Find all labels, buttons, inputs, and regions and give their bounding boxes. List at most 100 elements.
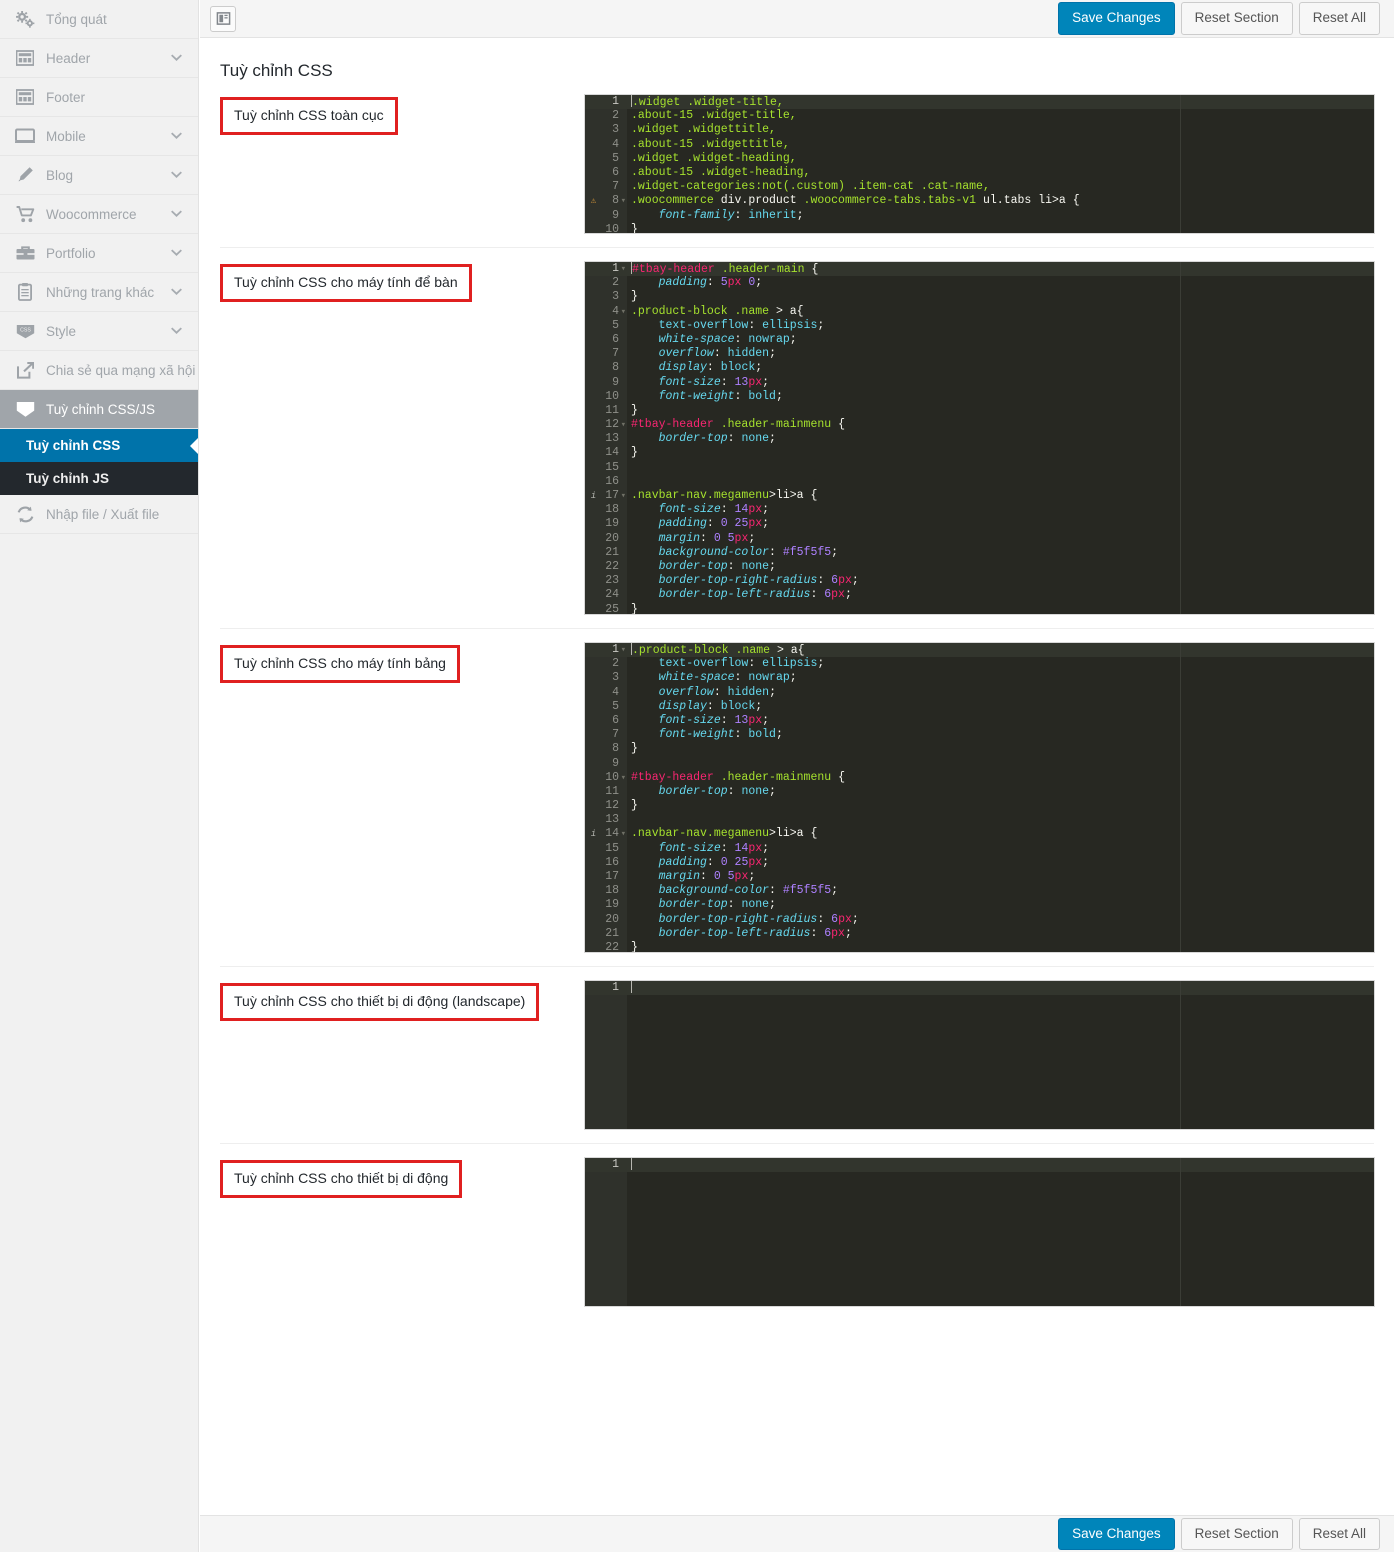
code-token: white-space — [631, 671, 735, 685]
editor-line: font-size: 13px; — [627, 376, 1374, 390]
mobile-css-editor[interactable]: 1 — [585, 1158, 1374, 1306]
tablet-css-editor[interactable]: 1 ▾ 2 3 4 5 6 7 8 9 10 ▾ 11 12 13 14 i ▾ 15 16 17 18 19 20 21 22.… — [585, 643, 1374, 952]
sidebar-item-4[interactable]: Blog — [0, 156, 198, 195]
gutter-line-number: 22 — [605, 559, 619, 573]
code-token: .header-mainmenu — [713, 770, 839, 784]
reset-all-button-bottom[interactable]: Reset All — [1298, 1517, 1380, 1551]
reset-all-button-top[interactable]: Reset All — [1298, 2, 1380, 35]
editor-line: .about-15 .widget-title, — [627, 109, 1374, 123]
code-token: : — [734, 728, 749, 742]
code-token: : — [720, 713, 735, 727]
mobile-screen-icon — [13, 126, 37, 146]
code-token: : — [706, 361, 721, 375]
reset-section-button-bottom[interactable]: Reset Section — [1180, 1517, 1293, 1551]
sidebar-item-7[interactable]: Những trang khác — [0, 273, 198, 312]
code-token: : — [713, 685, 728, 699]
code-token: ; — [762, 855, 770, 869]
chevron-down-icon[interactable] — [171, 248, 182, 259]
code-token: background-color — [631, 545, 770, 559]
sidebar-item-2[interactable]: Footer — [0, 78, 198, 117]
code-token: .widget .widgettitle, — [631, 123, 776, 137]
chevron-down-icon[interactable] — [171, 170, 182, 181]
sidebar-item-3[interactable]: Mobile — [0, 117, 198, 156]
code-token: ; — [851, 912, 859, 926]
chevron-down-icon[interactable] — [171, 326, 182, 337]
editor-gutter[interactable]: 1 — [585, 981, 627, 1129]
sidebar-item-0[interactable]: Nhập file / Xuất file — [0, 495, 198, 534]
code-token: px — [748, 713, 763, 727]
editor-line: font-family: inherit; — [627, 209, 1374, 223]
editor-content[interactable] — [627, 1158, 1374, 1306]
chevron-down-icon[interactable] — [171, 53, 182, 64]
mobile-landscape-css-editor[interactable]: 1 — [585, 981, 1374, 1129]
editor-line: padding: 0 25px; — [627, 856, 1374, 870]
sidebar-item-label: Những trang khác — [46, 284, 155, 300]
editor-content[interactable]: #tbay-header .header-main { padding: 5px… — [627, 262, 1374, 614]
code-token: : — [748, 657, 763, 671]
code-token: 0 — [720, 517, 728, 531]
info-icon[interactable]: i — [588, 489, 599, 503]
expand-panel-icon[interactable] — [210, 5, 236, 32]
sidebar-item-6[interactable]: Portfolio — [0, 234, 198, 273]
code-token: : — [720, 503, 735, 517]
fold-toggle-icon[interactable]: ▾ — [621, 489, 626, 503]
fold-toggle-icon[interactable]: ▾ — [621, 827, 626, 841]
editor-content[interactable]: .product-block .name > a{ text-overflow:… — [627, 643, 1374, 952]
editor-line: border-top-left-radius: 6px; — [627, 588, 1374, 602]
chevron-down-icon[interactable] — [171, 209, 182, 220]
global-css-editor[interactable]: 1 2 3 4 5 6 7 8 ⚠ ▾ 9 10 .widget .widget-title, .abou… — [585, 95, 1374, 233]
fold-toggle-icon[interactable]: ▾ — [621, 305, 626, 319]
sidebar-subitem-0[interactable]: Tuỳ chỉnh CSS — [0, 429, 198, 462]
code-token: #f5f5f5 — [782, 545, 832, 559]
sidebar-item-1[interactable]: Header — [0, 39, 198, 78]
fold-toggle-icon[interactable]: ▾ — [621, 262, 626, 276]
editor-gutter[interactable]: 1 ▾ 2 3 4 ▾ 5 6 7 8 9 10 11 12 ▾ 13 14 15 16 17 i ▾ 18 19 20 21 22… — [585, 262, 627, 614]
editor-content[interactable]: .widget .widget-title, .about-15 .widget-… — [627, 95, 1374, 233]
header-layout-icon — [13, 48, 37, 68]
code-token: ; — [844, 926, 852, 940]
code-token: border-top-right-radius — [631, 912, 818, 926]
sidebar-item-0[interactable]: Tổng quát — [0, 0, 198, 39]
save-changes-button-top[interactable]: Save Changes — [1058, 2, 1175, 35]
sidebar-item-10[interactable]: CSS Tuỳ chỉnh CSS/JS — [0, 390, 198, 429]
top-toolbar: Save Changes Reset Section Reset All — [200, 0, 1394, 38]
code-token: } — [631, 742, 638, 756]
save-changes-button-bottom[interactable]: Save Changes — [1058, 1517, 1175, 1551]
code-token: : — [734, 208, 749, 222]
sidebar-item-9[interactable]: Chia sẻ qua mạng xã hội — [0, 351, 198, 390]
gutter-line-number: 2 — [612, 276, 619, 290]
gutter-line-number: 10 ▾ — [605, 770, 626, 785]
editor-content[interactable] — [627, 981, 1374, 1129]
chevron-down-icon[interactable] — [171, 131, 182, 142]
fold-toggle-icon[interactable]: ▾ — [621, 194, 626, 208]
desktop-css-editor[interactable]: 1 ▾ 2 3 4 ▾ 5 6 7 8 9 10 11 12 ▾ 13 14 15 16 17 i ▾ 18 19 20 21 22… — [585, 262, 1374, 614]
editor-gutter[interactable]: 1 ▾ 2 3 4 5 6 7 8 9 10 ▾ 11 12 13 14 i ▾ 15 16 17 18 19 20 21 22 — [585, 643, 627, 952]
fold-toggle-icon[interactable]: ▾ — [621, 643, 626, 657]
editor-line: .about-15 .widgettitle, — [627, 138, 1374, 152]
sidebar-item-5[interactable]: Woocommerce — [0, 195, 198, 234]
chevron-down-icon[interactable] — [171, 287, 182, 298]
code-token: .navbar-nav.megamenu — [631, 489, 770, 502]
info-icon[interactable]: i — [588, 827, 599, 841]
sidebar-subitem-1[interactable]: Tuỳ chỉnh JS — [0, 462, 198, 495]
code-token: } — [631, 799, 638, 813]
sidebar-item-8[interactable]: CSS Style — [0, 312, 198, 351]
sidebar-item-label: Blog — [46, 167, 74, 183]
editor-line: border-top: none; — [627, 898, 1374, 912]
section-label: Tuỳ chỉnh CSS cho thiết bị di động (land… — [220, 983, 540, 1022]
reset-section-button-top[interactable]: Reset Section — [1180, 2, 1293, 35]
editor-gutter[interactable]: 1 — [585, 1158, 627, 1306]
code-token: px — [748, 841, 763, 855]
sidebar-item-label: Tổng quát — [46, 11, 107, 27]
editor-line: .navbar-nav.megamenu>li>a { — [627, 827, 1374, 841]
fold-toggle-icon[interactable]: ▾ — [621, 418, 626, 432]
editor-line: background-color: #f5f5f5; — [627, 546, 1374, 560]
code-token: font-size — [631, 841, 721, 855]
fold-toggle-icon[interactable]: ▾ — [621, 771, 626, 785]
gutter-line-number: 22 — [605, 940, 619, 952]
warning-icon[interactable]: ⚠ — [588, 194, 599, 208]
editor-gutter[interactable]: 1 2 3 4 5 6 7 8 ⚠ ▾ 9 10 — [585, 95, 627, 233]
